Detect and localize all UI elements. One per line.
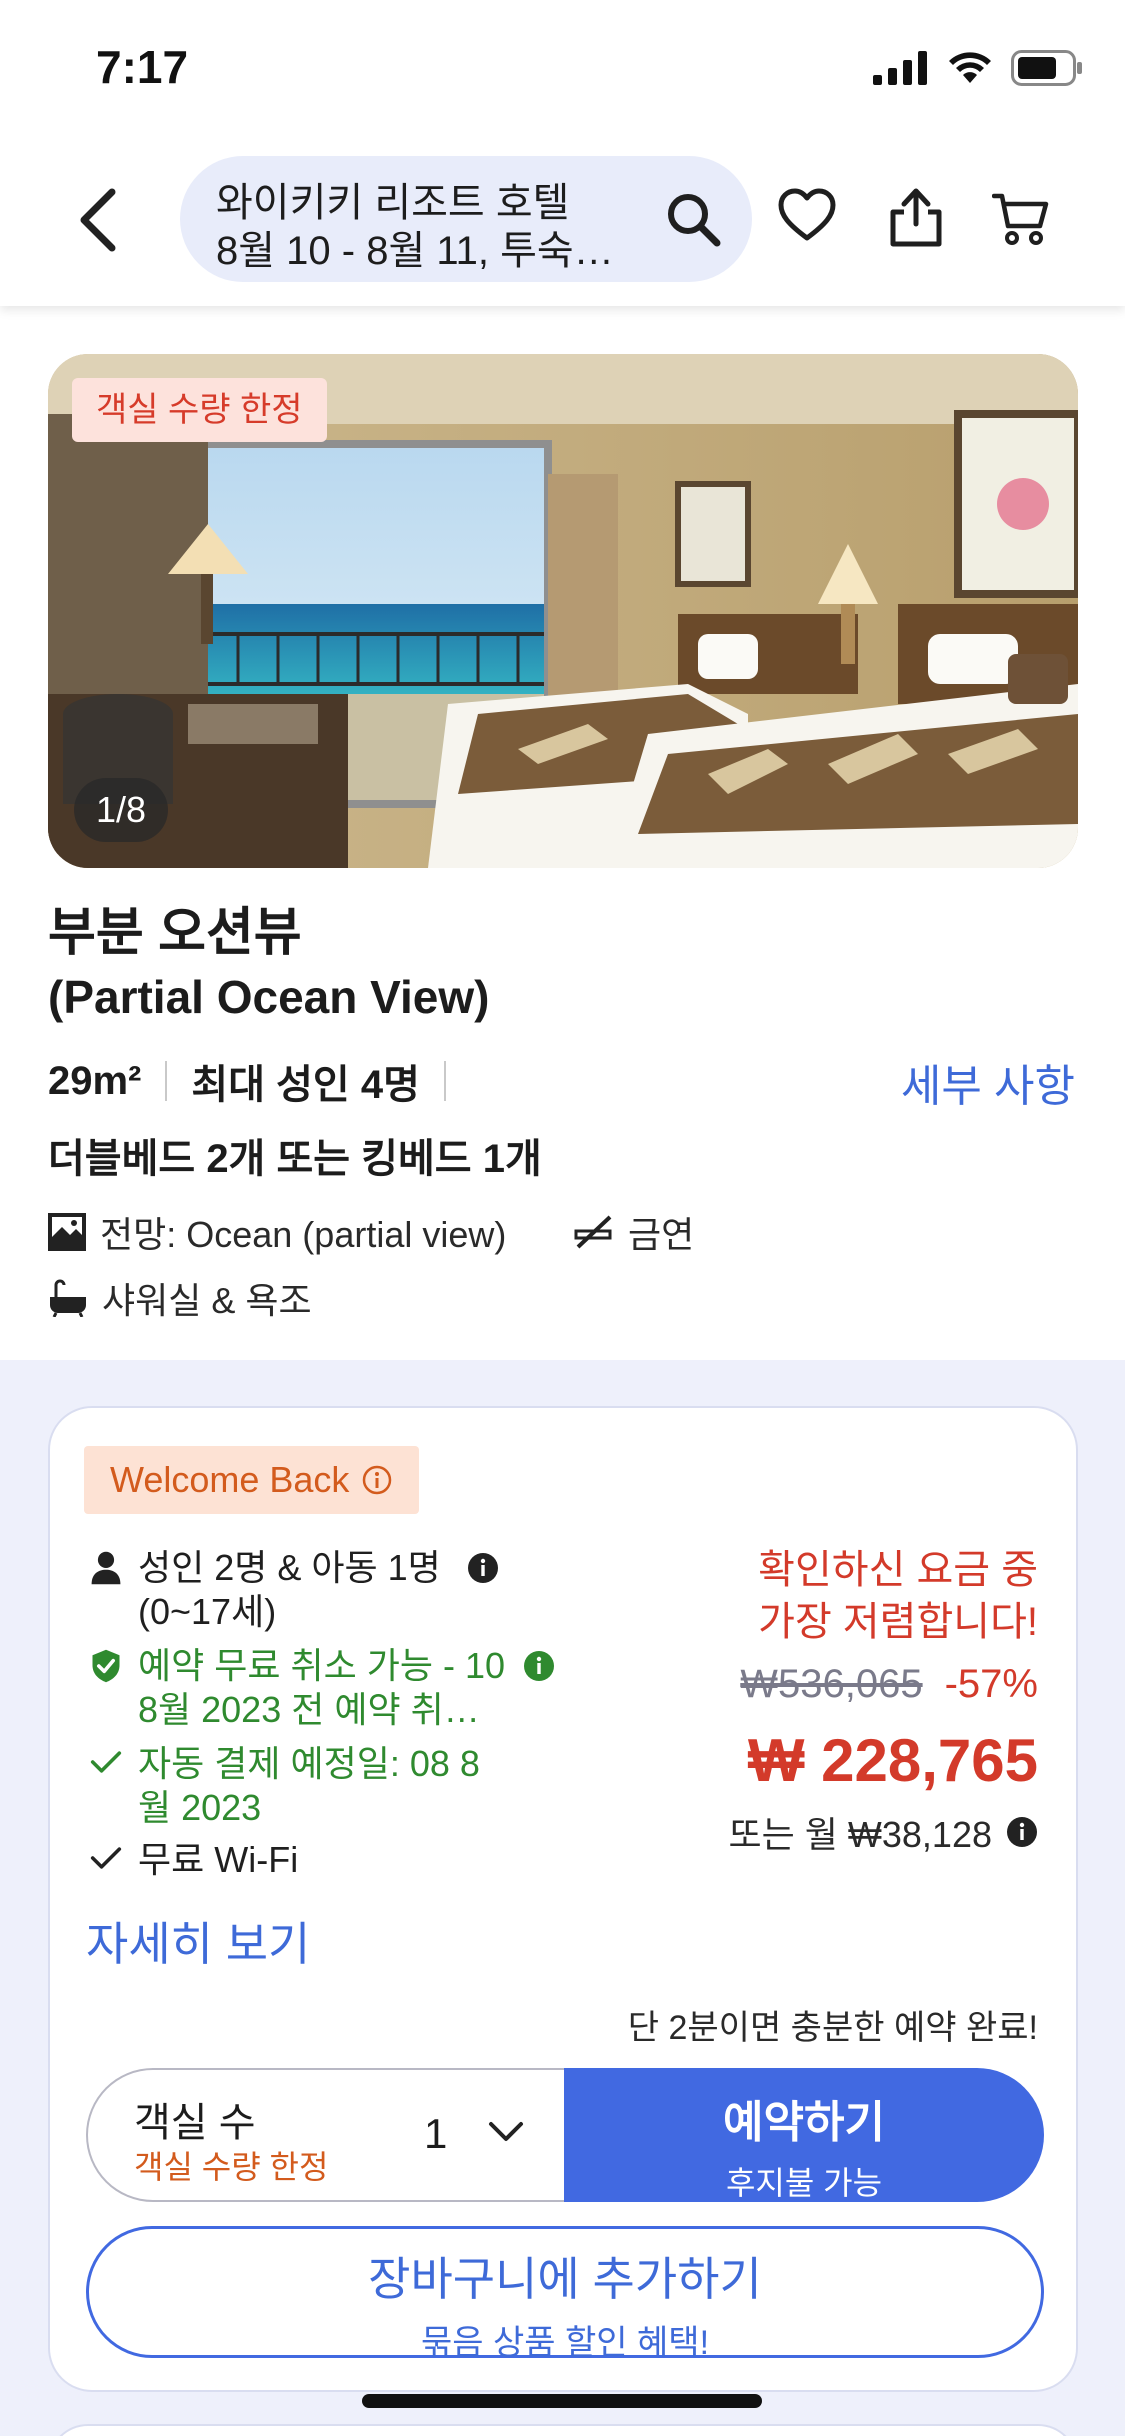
top-bar: 7:17 와이키키 리조트 호텔 8월 10 - 8월 11, 투숙… (0, 0, 1125, 306)
price-note-line2: 가장 저렴합니다! (758, 1600, 1038, 1644)
book-button[interactable]: 예약하기 후지불 가능 (564, 2068, 1044, 2202)
room-count-select[interactable]: 객실 수 객실 수량 한정 1 (86, 2068, 566, 2202)
cart-icon[interactable] (992, 192, 1050, 246)
wifi-info: 무료 Wi-Fi (88, 1838, 298, 1882)
quick-booking-note: 단 2분이면 충분한 예약 완료! (627, 2009, 1038, 2047)
room-meta: 29m² 최대 성인 4명 (48, 1052, 470, 1110)
add-to-cart-button[interactable]: 장바구니에 추가하기 묶음 상품 할인 혜택! (86, 2226, 1044, 2362)
search-icon[interactable] (664, 190, 722, 248)
meta-divider (165, 1061, 168, 1101)
details-link[interactable]: 세부 사항 (901, 1050, 1075, 1114)
status-time: 7:17 (96, 41, 189, 93)
photo-counter: 1/8 (74, 778, 169, 842)
share-icon[interactable] (888, 186, 944, 248)
bathtub-icon (50, 1279, 86, 1317)
book-button-label: 예약하기 (723, 2098, 885, 2147)
person-icon (91, 1551, 121, 1585)
amenity-smoking: 금연 (574, 1206, 694, 1258)
guests-line1: 성인 2명 & 아동 1명 (138, 1547, 441, 1588)
back-chevron-icon[interactable] (70, 180, 130, 260)
current-price: ₩ 228,765 (747, 1727, 1038, 1794)
room-count-label: 객실 수 (134, 2101, 256, 2145)
room-count-sub: 객실 수량 한정 (134, 2149, 329, 2185)
original-price: ₩536,065 (740, 1662, 923, 1706)
amenity-bath-label: 샤워실 & 욕조 (102, 1280, 312, 1321)
amenity-bath: 샤워실 & 욕조 (48, 1272, 312, 1324)
book-button-sub: 후지불 가능 (725, 2165, 883, 2201)
info-icon[interactable] (1006, 1816, 1038, 1848)
welcome-back-label: Welcome Back (110, 1459, 350, 1500)
welcome-back-badge[interactable]: Welcome Back (84, 1446, 420, 1514)
chevron-down-icon (489, 2122, 523, 2141)
monthly-price-row: 또는 월 ₩38,128 (729, 1806, 1038, 1858)
room-name-english: (Partial Ocean View) (48, 971, 490, 1023)
status-icons (873, 50, 1083, 86)
check-icon (90, 1751, 122, 1773)
shield-check-icon (92, 1649, 120, 1683)
free-cancel-info: 예약 무료 취소 가능 - 10 8월 2023 전 예약 취… (88, 1644, 555, 1732)
signal-icon (873, 51, 927, 85)
add-to-cart-sub: 묶음 상품 할인 혜택! (420, 2324, 710, 2362)
room-count-value: 1 (424, 2110, 448, 2157)
no-smoking-icon (574, 1215, 612, 1249)
autopay-line2: 월 2023 (138, 1787, 262, 1828)
room-size: 29m² (48, 1058, 142, 1103)
info-icon[interactable] (523, 1650, 555, 1682)
info-outline-icon (363, 1465, 392, 1495)
view-icon (48, 1213, 86, 1251)
amenity-view: 전망: Ocean (partial view) (48, 1206, 506, 1258)
autopay-line1: 자동 결제 예정일: 08 8 (138, 1743, 480, 1784)
price-note-line1: 확인하신 요금 중 (758, 1548, 1038, 1592)
wifi-icon (949, 52, 991, 83)
room-capacity: 최대 성인 4명 (191, 1063, 420, 1107)
check-icon (90, 1847, 122, 1869)
room-name-korean: 부분 오션뷰 (48, 904, 302, 962)
add-to-cart-label: 장바구니에 추가하기 (368, 2253, 762, 2305)
guests-info: 성인 2명 & 아동 1명 (0~17세) (88, 1546, 499, 1634)
next-card-edge (48, 2424, 1078, 2436)
cancel-line1: 예약 무료 취소 가능 - 10 (138, 1645, 506, 1686)
autopay-info: 자동 결제 예정일: 08 8 월 2023 (88, 1742, 480, 1830)
monthly-price: 또는 월 ₩38,128 (728, 1814, 992, 1855)
meta-divider (443, 1061, 446, 1101)
battery-icon (1011, 50, 1082, 86)
home-indicator (362, 2394, 762, 2408)
room-photo[interactable]: 객실 수량 한정 1/8 (48, 354, 1078, 868)
search-bar[interactable]: 와이키키 리조트 호텔 8월 10 - 8월 11, 투숙… (180, 156, 752, 282)
amenity-view-label: 전망: Ocean (partial view) (100, 1214, 507, 1255)
see-more-link[interactable]: 자세히 보기 (86, 1908, 310, 1974)
room-section: 객실 수량 한정 1/8 부분 오션뷰 (Partial Ocean View)… (0, 306, 1125, 1360)
amenity-smoking-label: 금연 (628, 1214, 695, 1255)
original-price-row: ₩536,065 -57% (740, 1662, 1038, 1707)
info-icon[interactable] (467, 1552, 499, 1584)
search-dates: 8월 10 - 8월 11, 투숙… (216, 229, 614, 273)
limited-rooms-tag: 객실 수량 한정 (72, 378, 327, 442)
heart-icon[interactable] (778, 188, 836, 242)
lowest-price-note: 확인하신 요금 중 가장 저렴합니다! (758, 1544, 1038, 1648)
wifi-label: 무료 Wi-Fi (138, 1839, 299, 1880)
cancel-line2: 8월 2023 전 예약 취… (138, 1689, 480, 1730)
guests-line2: (0~17세) (138, 1591, 277, 1632)
offer-card: Welcome Back 성인 2명 & 아동 1명 (0~17세) 예약 무료… (48, 1406, 1078, 2392)
discount-percent: -57% (944, 1662, 1038, 1706)
bed-info: 더블베드 2개 또는 킹베드 1개 (48, 1137, 542, 1181)
